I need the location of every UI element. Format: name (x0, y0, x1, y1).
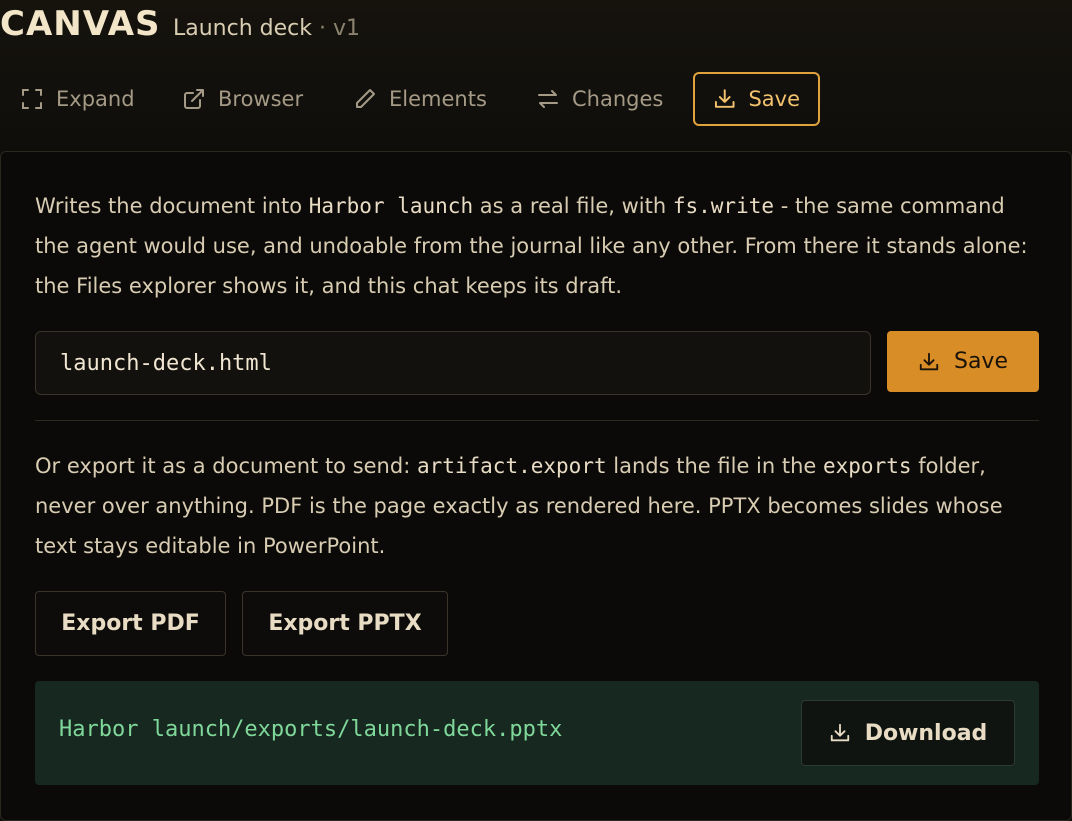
expand-icon (22, 89, 42, 109)
save-description: Writes the document into Harbor launch a… (35, 186, 1045, 306)
save-file-label: Save (953, 349, 1008, 374)
title-separator: · (312, 16, 333, 41)
external-link-icon (184, 89, 204, 109)
browser-button[interactable]: Browser (182, 72, 303, 126)
filename-input[interactable] (35, 331, 871, 395)
export-desc-text-1: Or export it as a document to send: (35, 454, 417, 478)
save-desc-text-1: Writes the document into (35, 194, 309, 218)
download-icon (830, 723, 849, 742)
export-desc-text-2: lands the file in the (606, 454, 823, 478)
save-desc-code-1: Harbor launch (308, 194, 474, 218)
document-title: Launch deck · v1 (173, 16, 360, 41)
download-icon (714, 89, 735, 108)
elements-label: Elements (389, 87, 487, 111)
expand-button[interactable]: Expand (20, 72, 135, 126)
expand-label: Expand (56, 87, 135, 111)
export-desc-code-2: exports (823, 454, 912, 478)
export-pdf-button[interactable]: Export PDF (35, 591, 226, 656)
save-desc-code-2: fs.write (672, 194, 775, 218)
browser-label: Browser (218, 87, 304, 111)
elements-button[interactable]: Elements (353, 72, 487, 126)
save-desc-text-2: as a real file, with (473, 194, 673, 218)
save-file-button[interactable]: Save (887, 331, 1039, 392)
toolbar-save-button[interactable]: Save (693, 72, 820, 126)
section-divider (35, 420, 1039, 421)
document-name: Launch deck (173, 16, 312, 41)
toolbar-save-label: Save (748, 87, 800, 111)
download-label: Download (864, 720, 988, 746)
export-file-path: Harbor launch/exports/launch-deck.pptx (59, 717, 563, 742)
export-description: Or export it as a document to send: arti… (35, 446, 1045, 566)
download-button[interactable]: Download (801, 700, 1015, 766)
export-pptx-button[interactable]: Export PPTX (242, 591, 448, 656)
changes-label: Changes (572, 87, 664, 111)
app-brand: CANVAS (0, 4, 161, 44)
swap-arrows-icon (538, 90, 558, 108)
document-version: v1 (332, 16, 361, 41)
save-export-panel: Writes the document into Harbor launch a… (0, 151, 1072, 821)
app-header: CANVAS Launch deck · v1 Expand Browser E… (0, 0, 1072, 150)
toolbar: Expand Browser Elements Changes Save (0, 72, 1072, 126)
pencil-icon (356, 89, 375, 108)
export-result: Harbor launch/exports/launch-deck.pptx D… (35, 681, 1039, 785)
export-desc-code-1: artifact.export (416, 454, 607, 478)
changes-button[interactable]: Changes (536, 72, 663, 126)
download-icon (919, 352, 939, 370)
